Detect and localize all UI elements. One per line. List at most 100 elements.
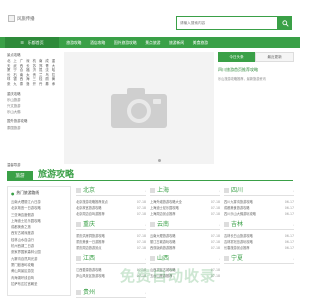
region-name[interactable]: 宁夏 <box>231 255 243 263</box>
region-block: 吉林 › 吉林长白山旅游攻略 06-17 吉林雾凇岛游玩攻略 06-17 长春旅游景点推荐 0… <box>224 220 294 252</box>
region-header: 山西 › <box>150 254 220 264</box>
nav-item[interactable]: 景点旅游 <box>141 37 165 48</box>
region-name[interactable]: 四川 <box>231 187 243 195</box>
region-header: 北京 › <box>76 186 146 196</box>
region-block: 北京 › 北京旅游攻略推荐景点 07-18 北京故宫旅游攻略 07-18 北京周边自驾游推荐… <box>76 186 146 218</box>
search-button[interactable] <box>278 16 292 30</box>
left-section-1: 重庆攻略 乐山旅游 兴文旅游 乐山大佛 <box>7 91 60 115</box>
section-flag: 旅游 <box>7 171 33 181</box>
city-grid: 北上广深杭南成重天武西长苏郑青大厦宁合福济昆沈哈长石南太贵兰乌拉呼银西海三桂丽黄… <box>7 59 59 87</box>
region-row-date: 07-18 <box>210 212 220 217</box>
more-link-icon[interactable]: › <box>293 258 294 261</box>
region-row-title: 重庆周边旅游景点 <box>76 246 102 251</box>
region-thumb-icon <box>224 222 229 227</box>
more-link-icon[interactable]: › <box>293 224 294 227</box>
region-row[interactable]: 重庆周边旅游景点 07-18 <box>76 245 146 251</box>
region-header: 上海 › <box>150 186 220 196</box>
city-link[interactable]: 承 <box>52 82 58 87</box>
region-header: 重庆 › <box>76 220 146 230</box>
region-row[interactable]: 北京周边自驾游推荐 07-18 <box>76 211 146 217</box>
region-name[interactable]: 吉林 <box>231 221 243 229</box>
region-row[interactable]: 西双版纳旅游推荐 07-18 <box>150 245 220 251</box>
left-section-title: 重庆攻略 <box>7 91 21 96</box>
carousel-dot[interactable] <box>158 159 161 162</box>
left-panel-title: 景点攻略 <box>7 53 21 57</box>
search-icon <box>281 19 289 27</box>
nav-item[interactable]: 国外旅游攻略 <box>110 37 141 48</box>
region-thumb-icon <box>224 188 229 193</box>
logo-text: 风旅传播 <box>17 16 35 22</box>
region-thumb-icon <box>76 290 81 295</box>
region-name[interactable]: 江西 <box>83 255 95 263</box>
nav-item[interactable]: 美食旅游 <box>189 37 213 48</box>
guide-item[interactable]: 拉萨布达拉宫朝圣 <box>11 281 67 287</box>
left-panel: 景点攻略 北上广深杭南成重天武西长苏郑青大厦宁合福济昆沈哈长石南太贵兰乌拉呼银西… <box>7 52 60 162</box>
search-input[interactable] <box>176 16 278 30</box>
more-link-icon[interactable]: › <box>145 258 146 261</box>
region-row-date: 06-17 <box>284 246 294 251</box>
tab-recent[interactable]: 最近更新 <box>255 52 294 62</box>
site-header: 风旅传播 <box>0 0 300 36</box>
more-link-icon[interactable]: › <box>219 190 220 193</box>
main-nav: ☰ 乐都首页 旅游攻略 酒店攻略 国外旅游攻略 景点旅游 旅游新闻 美食旅游 <box>0 37 300 48</box>
site-logo[interactable]: 风旅传播 <box>8 14 44 23</box>
menu-icon: ☰ <box>20 40 24 45</box>
fire-icon: ● <box>11 190 15 196</box>
nav-item[interactable]: 旅游攻略 <box>62 37 86 48</box>
left-link[interactable]: 乐山大佛 <box>7 109 60 114</box>
banner-image[interactable] <box>64 52 214 164</box>
region-name[interactable]: 北京 <box>83 187 95 195</box>
left-link[interactable]: 兴文旅游 <box>7 103 60 108</box>
news-headline[interactable]: 四川旅游首页推荐攻略 <box>218 67 294 73</box>
more-link-icon[interactable]: › <box>145 190 146 193</box>
nav-item[interactable]: 酒店攻略 <box>86 37 110 48</box>
region-row[interactable]: 上海周边景点推荐 07-18 <box>150 211 220 217</box>
region-name[interactable]: 上海 <box>157 187 169 195</box>
more-link-icon[interactable]: › <box>293 190 294 193</box>
camera-placeholder-icon <box>111 88 167 128</box>
guide-list-header: ● 热门旅游路线 <box>11 190 67 196</box>
nav-item[interactable]: 旅游新闻 <box>165 37 189 48</box>
section-header: 旅游 旅游攻略 <box>7 170 293 181</box>
region-row-date: 06-17 <box>284 212 294 217</box>
search-bar <box>176 16 292 30</box>
nav-home-label: 乐都首页 <box>27 39 44 45</box>
guide-list: ● 热门旅游路线 云南大理丽江六日游 北京故宫一日游攻略 三亚海边度假游 上海迪士尼乐… <box>7 186 71 296</box>
region-thumb-icon <box>150 256 155 261</box>
guide-items: 云南大理丽江六日游 北京故宫一日游攻略 三亚海边度假游 上海迪士尼乐园攻略 成都美食之旅… <box>11 199 67 287</box>
region-row-title: 庐山风景区旅游攻略 <box>76 274 105 279</box>
region-header: 江西 › <box>76 254 146 264</box>
region-name[interactable]: 贵州 <box>83 289 95 297</box>
region-row-title: 北京周边自驾游推荐 <box>76 212 105 217</box>
region-row[interactable]: 四川乐山大佛游玩攻略 06-17 <box>224 211 294 217</box>
region-name[interactable]: 山西 <box>157 255 169 263</box>
more-link-icon[interactable]: › <box>219 258 220 261</box>
region-thumb-icon <box>150 188 155 193</box>
nav-home[interactable]: ☰ 乐都首页 <box>5 37 59 48</box>
left-section-title: 国外旅游攻略 <box>7 119 28 124</box>
region-thumb-icon <box>224 256 229 261</box>
region-block: 四川 › 四川九寨沟旅游攻略 06-17 成都美食旅游攻略 06-17 四川乐山大佛游玩攻略… <box>224 186 294 218</box>
region-header: 贵州 › <box>76 288 146 298</box>
region-block: 上海 › 上海外滩旅游攻略大全 07-18 上海迪士尼乐园攻略 07-18 上海周边景点推荐… <box>150 186 220 218</box>
left-section-2: 国外旅游攻略 泰国旅游 <box>7 118 60 130</box>
region-row-title: 西双版纳旅游推荐 <box>150 246 176 251</box>
region-row[interactable]: 长春旅游景点推荐 06-17 <box>224 245 294 251</box>
region-row-title: 四川乐山大佛游玩攻略 <box>224 212 256 217</box>
more-link-icon[interactable]: › <box>145 224 146 227</box>
region-header: 吉林 › <box>224 220 294 230</box>
region-row-title: 长春旅游景点推荐 <box>224 246 250 251</box>
region-thumb-icon <box>76 222 81 227</box>
left-link[interactable]: 乐山旅游 <box>7 97 60 102</box>
news-tabs: 今日头条 最近更新 <box>218 52 294 62</box>
region-name[interactable]: 云南 <box>157 221 169 229</box>
more-link-icon[interactable]: › <box>219 224 220 227</box>
left-link[interactable]: 泰国旅游 <box>7 125 60 130</box>
guide-list-title: 热门旅游路线 <box>16 190 40 195</box>
region-name[interactable]: 重庆 <box>83 221 95 229</box>
tab-headlines[interactable]: 今日头条 <box>218 52 255 62</box>
region-block: 重庆 › 重庆洪崖洞旅游攻略 07-18 重庆美食一日游推荐 07-18 重庆周边旅游景点 0… <box>76 220 146 252</box>
logo-image-icon <box>8 15 15 22</box>
watermark: 免费自动收录 <box>120 267 217 285</box>
more-link-icon[interactable]: › <box>145 292 146 295</box>
